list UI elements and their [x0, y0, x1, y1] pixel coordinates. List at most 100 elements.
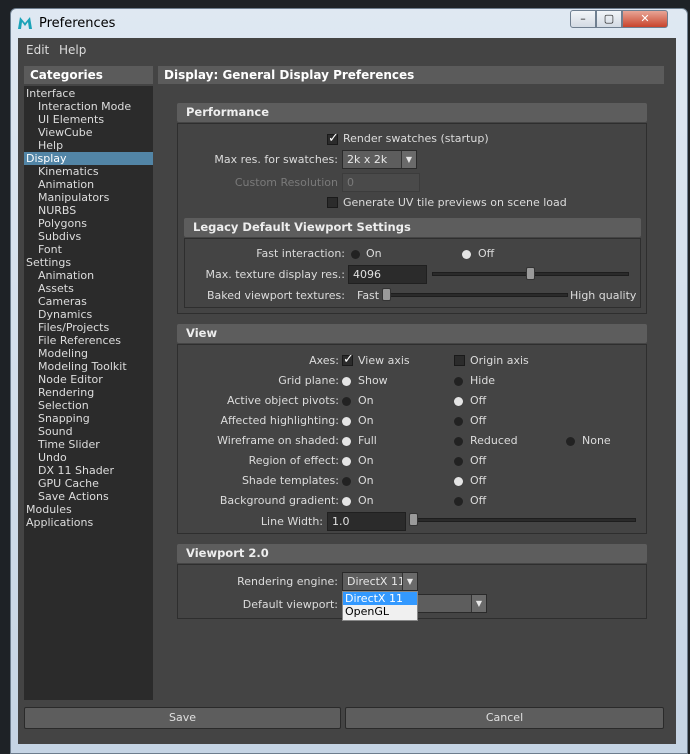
shade-templates-on-radio[interactable]	[342, 477, 351, 486]
baked-fast-label: Fast	[357, 289, 380, 302]
origin-axis-label: Origin axis	[470, 354, 529, 367]
background-gradient-off-radio[interactable]	[454, 497, 463, 506]
region-of-effect-off-radio[interactable]	[454, 457, 463, 466]
category-ui-elements[interactable]: UI Elements	[24, 113, 153, 126]
background-gradient-off-label: Off	[470, 494, 487, 507]
category-manipulators[interactable]: Manipulators	[24, 191, 153, 204]
render-swatches-checkbox[interactable]	[327, 131, 339, 146]
tex-res-slider-handle[interactable]	[526, 267, 535, 280]
uv-previews-checkbox[interactable]	[327, 197, 338, 208]
fast-interaction-label: Fast interaction:	[256, 247, 345, 260]
category-cameras[interactable]: Cameras	[24, 295, 153, 308]
category-kinematics[interactable]: Kinematics	[24, 165, 153, 178]
option-directx11[interactable]: DirectX 11	[343, 592, 417, 605]
wireframe-on-shaded-reduced-radio[interactable]	[454, 437, 463, 446]
rendering-engine-label: Rendering engine:	[237, 575, 338, 588]
category-time-slider[interactable]: Time Slider	[24, 438, 153, 451]
line-width-slider-track[interactable]	[409, 518, 636, 522]
minimize-button[interactable]: –	[570, 10, 596, 28]
section-legacy-header[interactable]: Legacy Default Viewport Settings	[184, 218, 641, 237]
category-applications[interactable]: Applications	[24, 516, 153, 529]
shade-templates-label: Shade templates:	[241, 474, 339, 487]
category-node-editor[interactable]: Node Editor	[24, 373, 153, 386]
fast-off-radio[interactable]	[462, 250, 471, 259]
maya-app-icon	[18, 17, 32, 29]
category-save-actions[interactable]: Save Actions	[24, 490, 153, 503]
section-performance-header[interactable]: Performance	[177, 103, 647, 122]
baked-slider-track[interactable]	[382, 293, 568, 297]
line-width-slider-handle[interactable]	[409, 513, 418, 526]
fast-on-radio[interactable]	[351, 250, 360, 259]
category-subdivs[interactable]: Subdivs	[24, 230, 153, 243]
category-selection[interactable]: Selection	[24, 399, 153, 412]
category-animation[interactable]: Animation	[24, 178, 153, 191]
category-snapping[interactable]: Snapping	[24, 412, 153, 425]
active-object-pivots-off-radio[interactable]	[454, 397, 463, 406]
category-viewcube[interactable]: ViewCube	[24, 126, 153, 139]
line-width-field[interactable]: 1.0	[327, 512, 406, 531]
grid-plane-show-radio[interactable]	[342, 377, 351, 386]
tex-res-label: Max. texture display res.:	[205, 268, 346, 281]
category-dynamics[interactable]: Dynamics	[24, 308, 153, 321]
category-nurbs[interactable]: NURBS	[24, 204, 153, 217]
affected-highlighting-off-label: Off	[470, 414, 487, 427]
custom-res-label: Custom Resolution	[234, 176, 338, 189]
origin-axis-checkbox[interactable]	[454, 355, 465, 366]
category-display[interactable]: Display	[24, 152, 153, 165]
category-undo[interactable]: Undo	[24, 451, 153, 464]
category-interaction-mode[interactable]: Interaction Mode	[24, 100, 153, 113]
category-help[interactable]: Help	[24, 139, 153, 152]
maximize-button[interactable]: ▢	[596, 10, 622, 28]
region-of-effect-on-radio[interactable]	[342, 457, 351, 466]
baked-high-label: High quality	[570, 289, 637, 302]
category-file-references[interactable]: File References	[24, 334, 153, 347]
custom-res-field[interactable]: 0	[342, 173, 420, 192]
menu-help[interactable]: Help	[59, 43, 86, 57]
categories-header: Categories	[24, 66, 153, 84]
max-res-label: Max res. for swatches:	[214, 153, 338, 166]
cancel-button[interactable]: Cancel	[345, 707, 664, 729]
category-files-projects[interactable]: Files/Projects	[24, 321, 153, 334]
fast-off-label: Off	[478, 247, 495, 260]
category-gpu-cache[interactable]: GPU Cache	[24, 477, 153, 490]
section-view-header[interactable]: View	[177, 324, 647, 343]
grid-plane-hide-radio[interactable]	[454, 377, 463, 386]
baked-slider-handle[interactable]	[382, 288, 391, 301]
category-modules[interactable]: Modules	[24, 503, 153, 516]
rendering-engine-dropdown[interactable]: DirectX 11 ▼	[342, 572, 418, 591]
category-sound[interactable]: Sound	[24, 425, 153, 438]
chevron-down-icon: ▼	[401, 151, 416, 168]
menu-bar	[18, 38, 676, 60]
affected-highlighting-off-radio[interactable]	[454, 417, 463, 426]
category-font[interactable]: Font	[24, 243, 153, 256]
save-button[interactable]: Save	[24, 707, 341, 729]
region-of-effect-off-label: Off	[470, 454, 487, 467]
tex-res-field[interactable]: 4096	[348, 265, 427, 284]
background-gradient-on-radio[interactable]	[342, 497, 351, 506]
category-assets[interactable]: Assets	[24, 282, 153, 295]
view-axis-label: View axis	[358, 354, 410, 367]
section-viewport2-header[interactable]: Viewport 2.0	[177, 544, 647, 563]
category-modeling-toolkit[interactable]: Modeling Toolkit	[24, 360, 153, 373]
region-of-effect-on-label: On	[358, 454, 374, 467]
shade-templates-off-radio[interactable]	[454, 477, 463, 486]
category-polygons[interactable]: Polygons	[24, 217, 153, 230]
category-dx-11-shader[interactable]: DX 11 Shader	[24, 464, 153, 477]
category-animation[interactable]: Animation	[24, 269, 153, 282]
max-res-value: 2k x 2k	[347, 153, 388, 166]
close-button[interactable]: ✕	[622, 10, 668, 28]
option-opengl[interactable]: OpenGL	[343, 605, 417, 618]
affected-highlighting-on-radio[interactable]	[342, 417, 351, 426]
view-axis-checkbox[interactable]	[342, 352, 354, 367]
default-viewport-label: Default viewport:	[242, 598, 338, 611]
category-rendering[interactable]: Rendering	[24, 386, 153, 399]
wireframe-on-shaded-none-radio[interactable]	[566, 437, 575, 446]
max-res-dropdown[interactable]: 2k x 2k ▼	[342, 150, 417, 169]
wireframe-on-shaded-full-radio[interactable]	[342, 437, 351, 446]
category-interface[interactable]: Interface	[24, 87, 153, 100]
category-modeling[interactable]: Modeling	[24, 347, 153, 360]
active-object-pivots-on-radio[interactable]	[342, 397, 351, 406]
categories-list: Interface Interaction Mode UI Elements View…	[24, 86, 153, 700]
menu-edit[interactable]: Edit	[26, 43, 49, 57]
category-settings[interactable]: Settings	[24, 256, 153, 269]
